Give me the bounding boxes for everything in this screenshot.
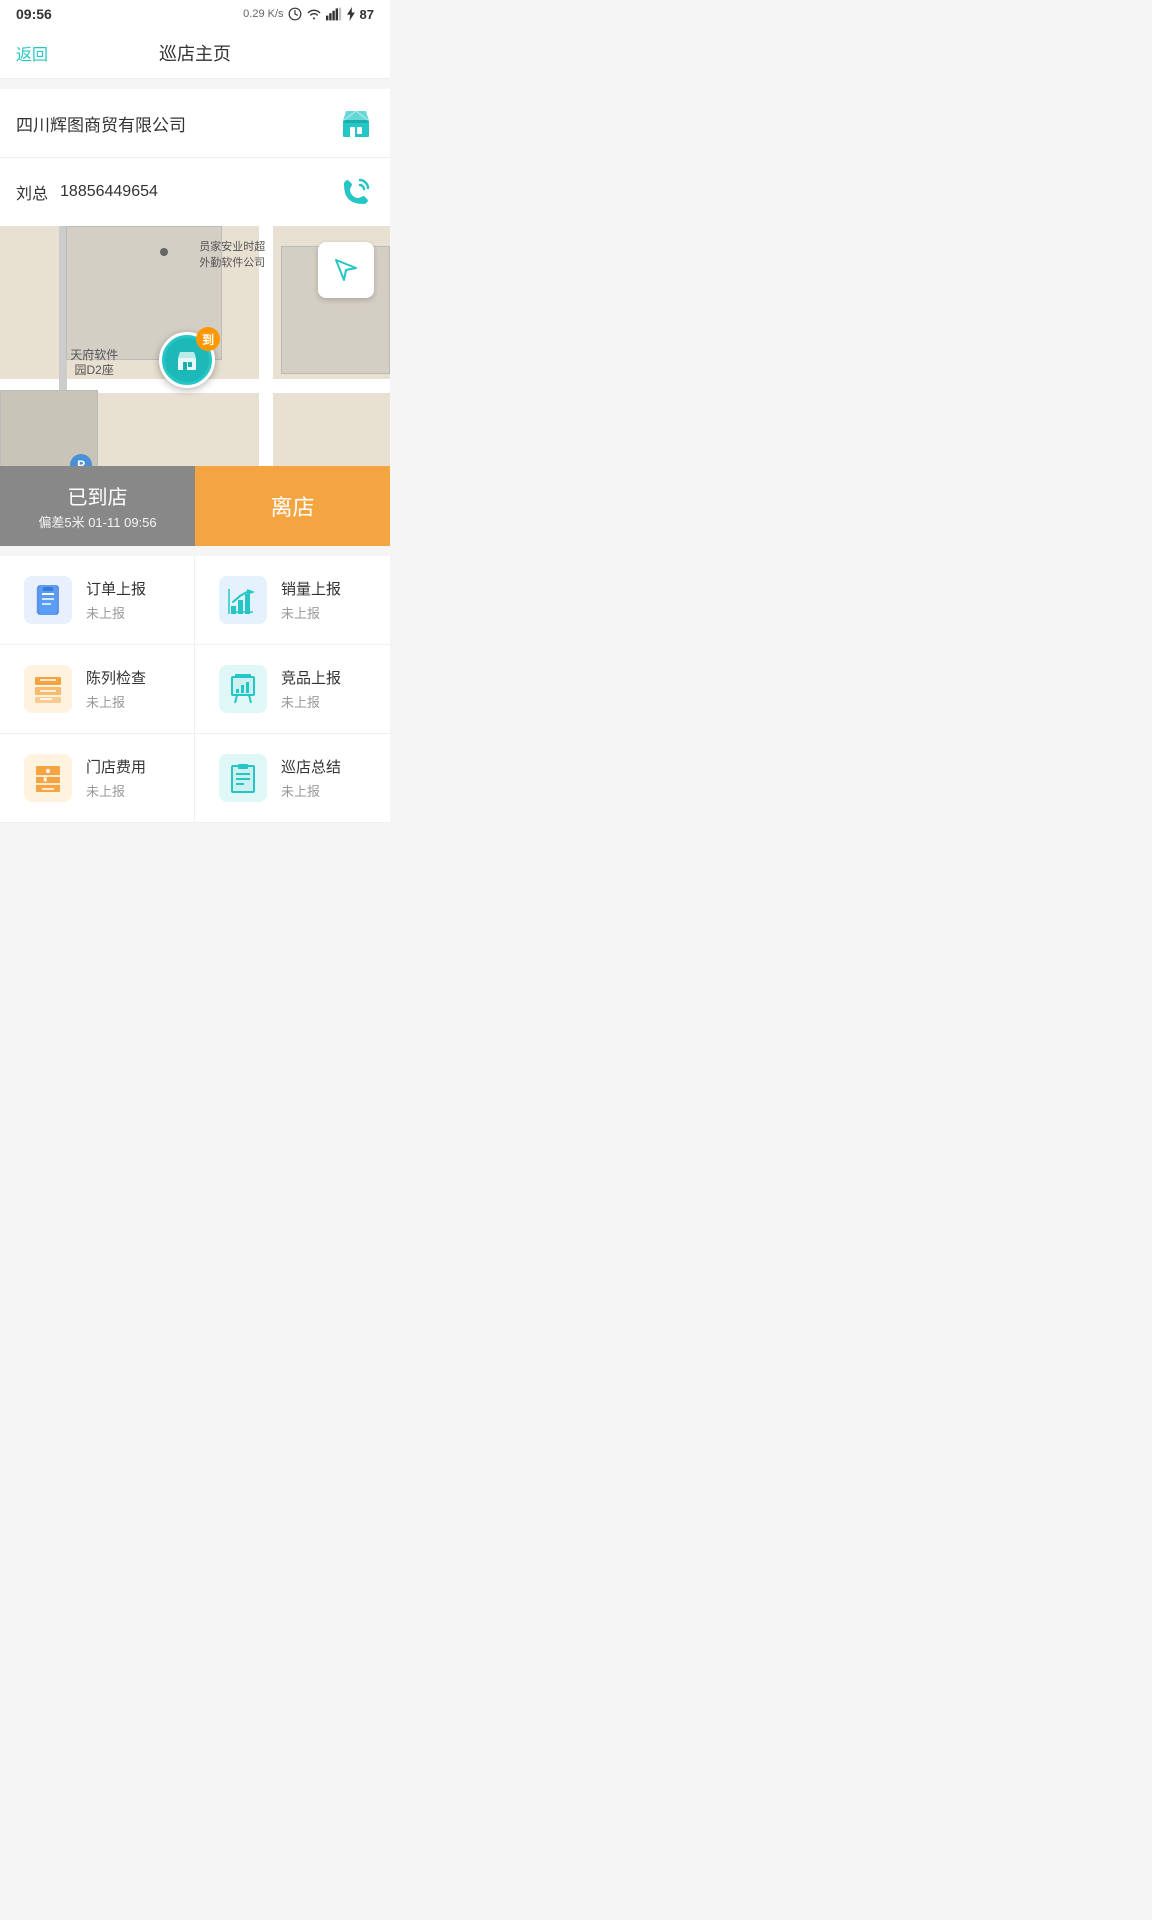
phone-icon-svg: [340, 176, 372, 208]
func-item-competitor[interactable]: 竞品上报 未上报: [195, 645, 390, 734]
order-status: 未上报: [86, 603, 146, 622]
display-text: 陈列检查 未上报: [86, 667, 146, 711]
nav-bar: 返回 巡店主页: [0, 28, 390, 79]
arrived-sub-label: 偏差5米 01-11 09:56: [38, 512, 156, 531]
competitor-text: 竞品上报 未上报: [281, 667, 341, 711]
arrived-button: 已到店 偏差5米 01-11 09:56: [0, 466, 195, 546]
summary-text: 巡店总结 未上报: [281, 756, 341, 800]
page-title: 巡店主页: [159, 40, 231, 66]
phone-call-icon[interactable]: [338, 174, 374, 210]
func-item-summary[interactable]: 巡店总结 未上报: [195, 734, 390, 823]
status-time: 09:56: [16, 6, 52, 22]
store-pin-icon: [175, 348, 199, 372]
order-icon-svg: [32, 584, 64, 616]
company-row: 四川辉图商贸有限公司: [0, 89, 390, 158]
map-dot: [160, 248, 168, 256]
map-label-software: 外勤软件公司: [199, 254, 265, 270]
map-container: 员家安业时超 外勤软件公司 天府软件园D2座 天府软件园D区 P: [0, 226, 390, 546]
company-name: 四川辉图商贸有限公司: [16, 111, 186, 136]
navigate-button[interactable]: [318, 242, 374, 298]
sales-title: 销量上报: [281, 578, 341, 599]
order-title: 订单上报: [86, 578, 146, 599]
cost-status: 未上报: [86, 781, 146, 800]
battery-level: 87: [360, 7, 374, 22]
location-pin: 到: [159, 332, 215, 388]
shop-icon-svg: [340, 107, 372, 139]
competitor-title: 竞品上报: [281, 667, 341, 688]
status-icons: 0.29 K/s 87: [243, 7, 374, 22]
display-title: 陈列检查: [86, 667, 146, 688]
network-speed: 0.29 K/s: [243, 8, 283, 20]
display-icon-svg: [32, 673, 64, 705]
navigate-icon: [332, 256, 360, 284]
func-item-order[interactable]: 订单上报 未上报: [0, 556, 195, 645]
sales-text: 销量上报 未上报: [281, 578, 341, 622]
charging-icon: [346, 7, 356, 21]
summary-title: 巡店总结: [281, 756, 341, 777]
display-status: 未上报: [86, 692, 146, 711]
clock-icon: [288, 7, 302, 21]
wifi-icon: [306, 7, 322, 21]
arrive-label: 到: [196, 327, 220, 351]
contact-phone: 18856449654: [60, 183, 158, 201]
status-bar: 09:56 0.29 K/s 87: [0, 0, 390, 28]
func-item-sales[interactable]: 销量上报 未上报: [195, 556, 390, 645]
cost-icon-svg: ¥: [32, 762, 64, 794]
arrived-main-label: 已到店: [68, 481, 128, 510]
sales-icon-svg: [227, 584, 259, 616]
back-button[interactable]: 返回: [16, 41, 48, 65]
sales-icon: [219, 576, 267, 624]
summary-status: 未上报: [281, 781, 341, 800]
cost-icon: ¥: [24, 754, 72, 802]
map-label-waiqin: 员家安业时超: [199, 238, 265, 254]
leave-button[interactable]: 离店: [195, 466, 390, 546]
func-item-cost[interactable]: ¥ 门店费用 未上报: [0, 734, 195, 823]
competitor-icon-svg: [227, 673, 259, 705]
company-info-section: 四川辉图商贸有限公司 刘总 18856449654: [0, 89, 390, 226]
action-row: 已到店 偏差5米 01-11 09:56 离店: [0, 466, 390, 546]
svg-text:¥: ¥: [43, 775, 48, 784]
summary-icon: [219, 754, 267, 802]
store-icon[interactable]: [338, 105, 374, 141]
pin-outer: 到: [159, 332, 215, 388]
competitor-icon: [219, 665, 267, 713]
function-grid: 订单上报 未上报 销量上报 未上报: [0, 556, 390, 823]
summary-icon-svg: [227, 762, 259, 794]
contact-name: 刘总: [16, 180, 48, 204]
sales-status: 未上报: [281, 603, 341, 622]
cost-text: 门店费用 未上报: [86, 756, 146, 800]
func-item-display[interactable]: 陈列检查 未上报: [0, 645, 195, 734]
cost-title: 门店费用: [86, 756, 146, 777]
order-text: 订单上报 未上报: [86, 578, 146, 622]
map-label-tianfu: 天府软件园D2座: [70, 348, 118, 379]
display-icon: [24, 665, 72, 713]
competitor-status: 未上报: [281, 692, 341, 711]
contact-row: 刘总 18856449654: [0, 158, 390, 226]
order-icon: [24, 576, 72, 624]
contact-info: 刘总 18856449654: [16, 180, 158, 204]
signal-icon: [326, 7, 342, 21]
